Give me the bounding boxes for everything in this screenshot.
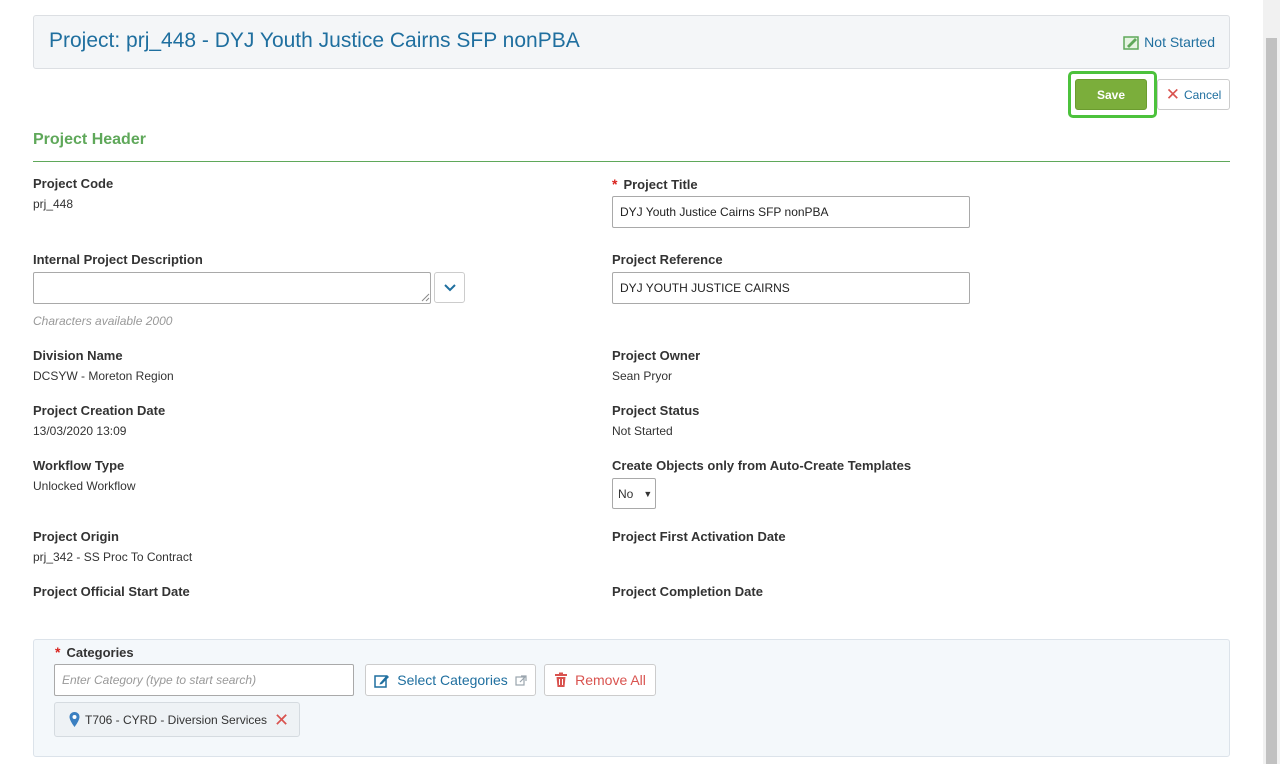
select-categories-button[interactable]: Select Categories [365, 664, 536, 696]
first-activation-label: Project First Activation Date [612, 529, 786, 544]
map-marker-icon [69, 712, 80, 727]
project-status-value: Not Started [612, 424, 673, 438]
category-tag-label: T706 - CYRD - Diversion Services [85, 712, 268, 727]
save-button[interactable]: Save [1075, 79, 1147, 110]
remove-all-label: Remove All [575, 672, 646, 688]
status-badge: Not Started [1123, 34, 1215, 50]
project-title-label: * Project Title [612, 176, 698, 192]
division-name-label: Division Name [33, 348, 123, 363]
remove-category-icon[interactable]: ✕ [274, 711, 289, 729]
project-code-value: prj_448 [33, 197, 74, 211]
project-owner-value: Sean Pryor [612, 369, 673, 383]
division-name-value: DCSYW - Moreton Region [33, 369, 174, 383]
section-divider [33, 161, 1230, 162]
creation-date-label: Project Creation Date [33, 403, 166, 418]
caret-down-icon: ▼ [643, 488, 653, 499]
page-title: Project: prj_448 - DYJ Youth Justice Cai… [49, 29, 580, 52]
expand-description-button[interactable] [434, 272, 465, 303]
project-status-label: Project Status [612, 403, 700, 418]
categories-label-text: Categories [66, 645, 134, 660]
category-tag: T706 - CYRD - Diversion Services ✕ [54, 702, 300, 737]
project-owner-label: Project Owner [612, 348, 701, 363]
workflow-type-label: Workflow Type [33, 458, 125, 473]
external-link-icon [515, 674, 527, 686]
project-reference-input[interactable] [612, 272, 970, 304]
section-title: Project Header [33, 131, 146, 148]
project-origin-value: prj_342 - SS Proc To Contract [33, 550, 193, 564]
cancel-button[interactable]: ✕ Cancel [1157, 79, 1230, 110]
project-title-panel: Project: prj_448 - DYJ Youth Justice Cai… [33, 15, 1230, 69]
completion-date-label: Project Completion Date [612, 584, 763, 599]
creation-date-value: 13/03/2020 13:09 [33, 424, 127, 438]
resize-grip-icon[interactable] [421, 293, 430, 302]
categories-label: * Categories [55, 644, 134, 660]
edit-icon [374, 674, 390, 688]
auto-create-label: Create Objects only from Auto-Create Tem… [612, 458, 912, 473]
internal-description-textarea[interactable] [33, 272, 431, 304]
project-reference-label: Project Reference [612, 252, 723, 267]
project-title-input[interactable] [612, 196, 970, 228]
workflow-type-value: Unlocked Workflow [33, 479, 136, 493]
trash-icon [555, 672, 568, 687]
cancel-label: Cancel [1183, 87, 1222, 102]
edit-status-icon [1123, 35, 1140, 50]
characters-available-hint: Characters available 2000 [33, 314, 173, 328]
required-asterisk: * [612, 176, 618, 192]
vertical-scrollbar[interactable] [1263, 0, 1280, 764]
status-text: Not Started [1144, 34, 1215, 50]
chevron-down-icon [443, 283, 456, 291]
select-categories-label: Select Categories [397, 672, 508, 688]
scrollbar-thumb[interactable] [1266, 38, 1277, 764]
official-start-label: Project Official Start Date [33, 584, 190, 599]
internal-description-label: Internal Project Description [33, 252, 203, 267]
categories-panel [33, 639, 1230, 757]
project-title-label-text: Project Title [623, 177, 698, 192]
auto-create-selected: No [618, 486, 634, 501]
close-icon: ✕ [1165, 85, 1180, 104]
auto-create-select[interactable]: No ▼ [612, 478, 656, 509]
project-code-label: Project Code [33, 176, 114, 191]
project-origin-label: Project Origin [33, 529, 119, 544]
required-asterisk: * [55, 644, 61, 660]
remove-all-button[interactable]: Remove All [544, 664, 656, 696]
category-search-input[interactable] [54, 664, 354, 696]
